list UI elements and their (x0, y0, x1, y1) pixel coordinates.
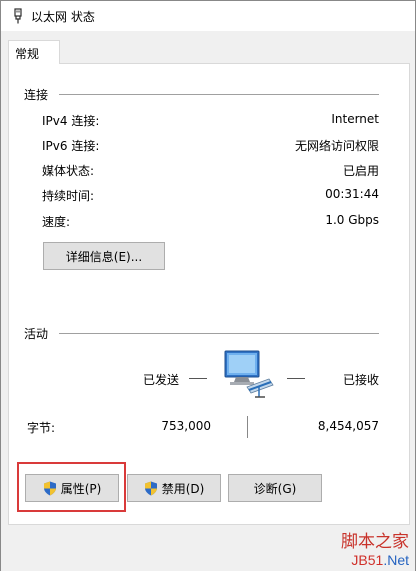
bytes-received-value: 8,454,057 (317, 419, 379, 433)
disable-button[interactable]: 禁用(D) (127, 474, 221, 502)
ipv6-label: IPv6 连接: (42, 139, 100, 153)
diagnose-button[interactable]: 诊断(G) (228, 474, 322, 502)
connection-divider (59, 94, 379, 95)
bytes-label: 字节: (27, 421, 56, 435)
sent-label: 已发送 (143, 373, 180, 387)
watermark-bottom-b: .Net (383, 552, 409, 568)
tab-panel (8, 63, 410, 525)
bytes-divider (247, 416, 248, 438)
bytes-sent-value: 753,000 (161, 419, 211, 433)
watermark-bottom-a: JB51 (351, 552, 384, 568)
ipv4-value: Internet (331, 112, 379, 126)
activity-section-title: 活动 (24, 327, 49, 341)
duration-value: 00:31:44 (325, 187, 379, 201)
media-status-label: 媒体状态: (42, 164, 95, 178)
media-status-value: 已启用 (342, 164, 379, 178)
duration-label: 持续时间: (42, 189, 95, 203)
activity-divider (59, 333, 379, 334)
connection-section-title: 连接 (24, 88, 49, 102)
tab-general[interactable]: 常规 (8, 40, 60, 64)
sent-dash (189, 378, 207, 379)
disable-button-label: 禁用(D) (161, 481, 205, 496)
speed-label: 速度: (42, 215, 71, 229)
uac-shield-icon (144, 481, 157, 495)
watermark-bottom: JB51.Net (341, 552, 409, 568)
site-watermark: 脚本之家 JB51.Net (341, 527, 409, 568)
window-title: 以太网 状态 (31, 10, 95, 24)
highlight-box (17, 462, 126, 512)
ipv4-label: IPv4 连接: (42, 114, 100, 128)
watermark-top: 脚本之家 (341, 532, 409, 552)
details-button[interactable]: 详细信息(E)... (43, 242, 165, 270)
ipv6-value: 无网络访问权限 (294, 139, 379, 153)
network-computer-icon (224, 350, 274, 398)
received-label: 已接收 (343, 373, 380, 387)
speed-value: 1.0 Gbps (325, 213, 379, 227)
received-dash (287, 378, 305, 379)
ethernet-plug-icon (14, 8, 22, 24)
ethernet-status-window: 以太网 状态 常规 连接 IPv4 连接: Internet IPv6 连接: … (0, 0, 416, 571)
title-bar: 以太网 状态 (1, 1, 415, 31)
